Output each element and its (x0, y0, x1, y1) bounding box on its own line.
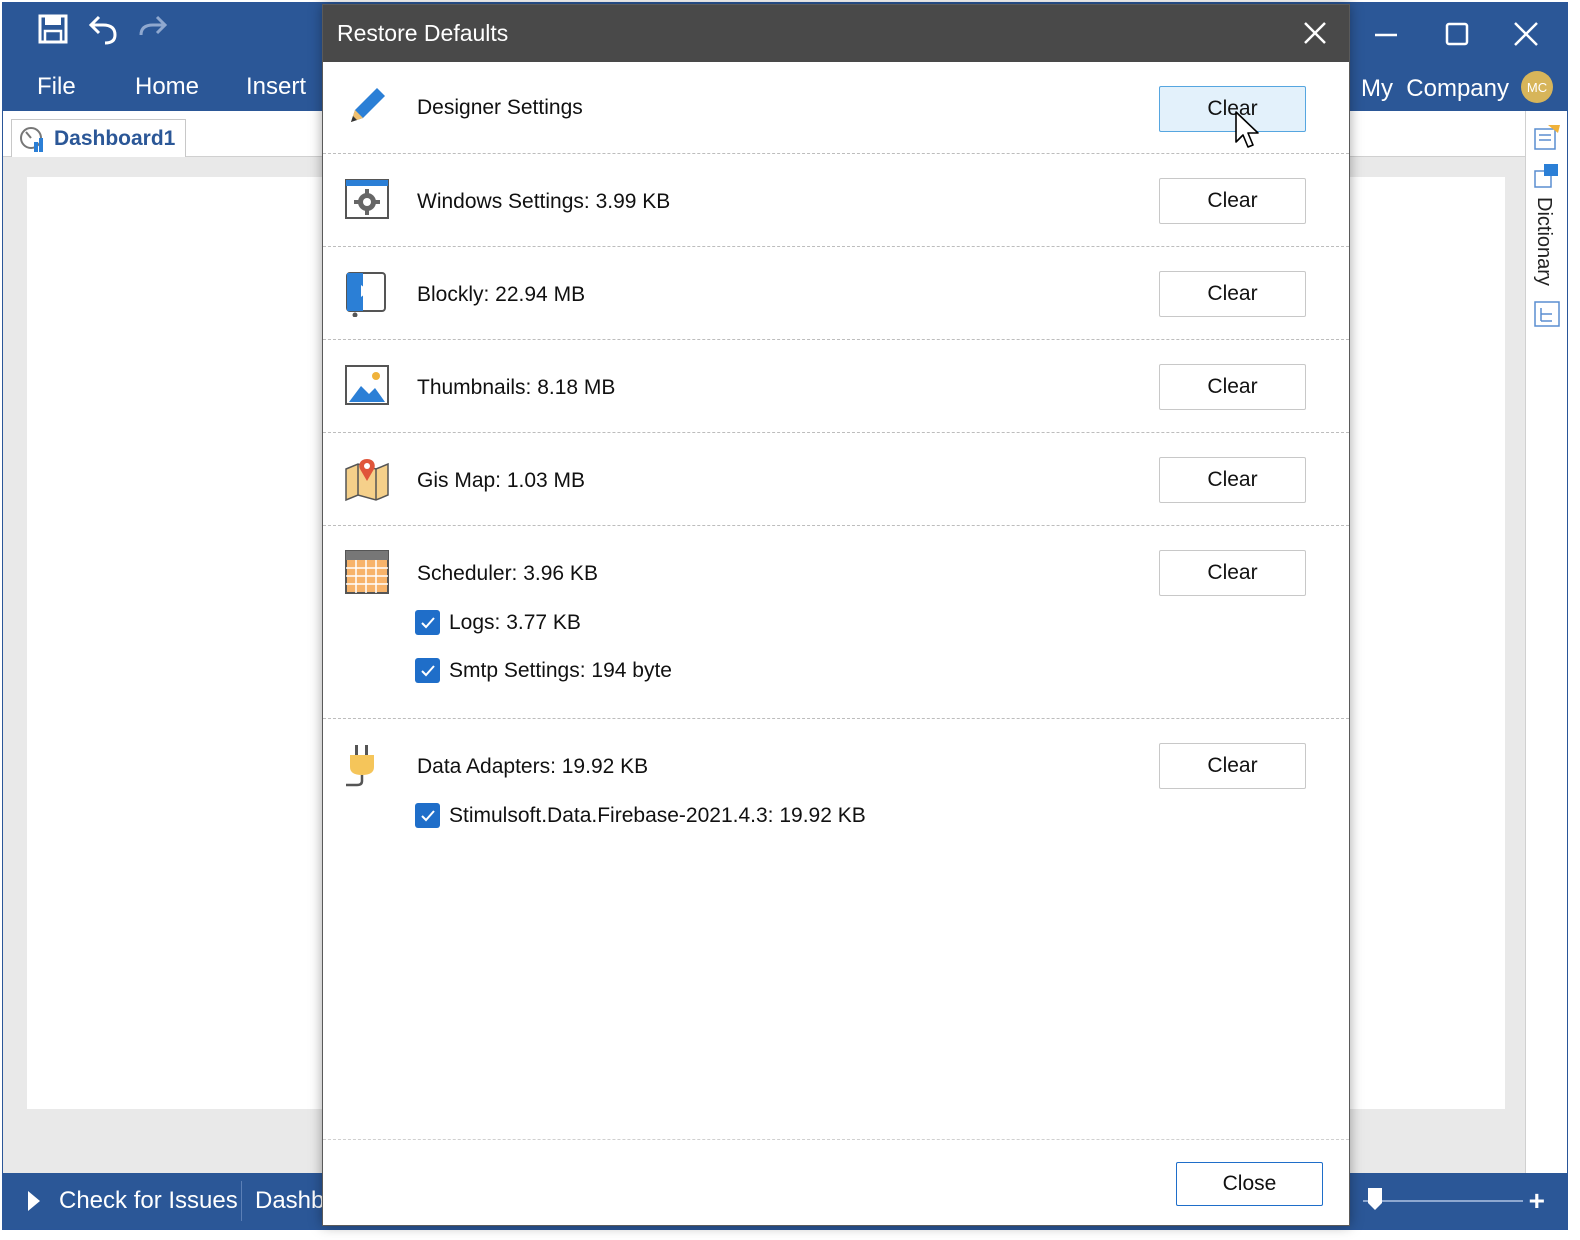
mouse-cursor-icon (1235, 111, 1259, 148)
clear-windows-settings-button[interactable]: Clear (1159, 178, 1306, 224)
logs-row[interactable]: Logs: 3.77 KB (415, 610, 581, 635)
minimize-icon[interactable] (1363, 15, 1409, 55)
menu-file[interactable]: File (37, 73, 76, 101)
smtp-settings-row[interactable]: Smtp Settings: 194 byte (415, 658, 672, 683)
zoom-slider-track[interactable] (1363, 1200, 1523, 1202)
section-scheduler: Scheduler: 3.96 KB Clear Logs: 3.77 KB S… (323, 526, 1349, 719)
clear-thumbnails-button[interactable]: Clear (1159, 364, 1306, 410)
dialog-header: Restore Defaults (323, 5, 1349, 62)
data-adapters-label: Data Adapters: 19.92 KB (417, 755, 649, 778)
play-arrow-icon[interactable] (25, 1189, 43, 1213)
right-side-panel: Dictionary (1525, 111, 1567, 1175)
clear-designer-settings-button[interactable]: Clear (1159, 86, 1306, 132)
tab-dashboard1[interactable]: Dashboard1 (11, 119, 187, 157)
dialog-close-icon[interactable] (1299, 17, 1331, 49)
company-name[interactable]: My Company (1361, 75, 1509, 103)
status-page-name[interactable]: Dashb (255, 1187, 324, 1215)
image-icon (345, 365, 389, 405)
redo-icon[interactable] (133, 9, 173, 49)
zoom-in-icon[interactable]: + (1529, 1185, 1545, 1217)
section-data-adapters: Data Adapters: 19.92 KB Clear Stimulsoft… (323, 719, 1349, 859)
logs-checkbox[interactable] (415, 610, 440, 635)
plug-icon (346, 745, 374, 787)
clear-data-adapters-button[interactable]: Clear (1159, 743, 1306, 789)
footer-separator (323, 1139, 1349, 1140)
section-blockly: Blockly: 22.94 MB Clear (323, 247, 1349, 340)
blockly-icon (346, 272, 386, 317)
logs-label: Logs: 3.77 KB (449, 610, 581, 634)
section-designer-settings: Designer Settings Clear (323, 62, 1349, 154)
document-tab-label: Dashboard1 (54, 126, 176, 150)
undo-icon[interactable] (83, 9, 123, 49)
clear-blockly-button[interactable]: Clear (1159, 271, 1306, 317)
windows-settings-label: Windows Settings: 3.99 KB (417, 190, 671, 213)
tree-view-icon[interactable] (1532, 299, 1562, 329)
menu-insert[interactable]: Insert (246, 73, 306, 101)
firebase-adapter-checkbox[interactable] (415, 803, 440, 828)
check-icon (420, 809, 435, 821)
report-tree-icon[interactable] (1532, 121, 1562, 151)
check-for-issues-button[interactable]: Check for Issues (59, 1187, 238, 1215)
scheduler-label: Scheduler: 3.96 KB (417, 562, 598, 585)
avatar[interactable]: MC (1521, 71, 1553, 103)
thumbnails-label: Thumbnails: 8.18 MB (417, 376, 616, 399)
check-icon (420, 664, 435, 676)
section-windows-settings: Windows Settings: 3.99 KB Clear (323, 154, 1349, 247)
calendar-icon (345, 550, 389, 594)
window-settings-icon (345, 179, 389, 219)
restore-defaults-dialog: Restore Defaults Designer Settings Clear… (322, 4, 1350, 1226)
blockly-label: Blockly: 22.94 MB (417, 283, 586, 306)
status-separator (241, 1181, 242, 1221)
dictionary-panel-tab[interactable]: Dictionary (1532, 197, 1555, 286)
window-close-icon[interactable] (1503, 15, 1549, 55)
dashboard-icon (20, 127, 43, 152)
close-button[interactable]: Close (1176, 1162, 1323, 1206)
section-thumbnails: Thumbnails: 8.18 MB Clear (323, 340, 1349, 433)
menu-home[interactable]: Home (135, 73, 199, 101)
clear-gis-map-button[interactable]: Clear (1159, 457, 1306, 503)
pencil-icon (351, 88, 385, 122)
save-icon[interactable] (33, 9, 73, 49)
smtp-settings-label: Smtp Settings: 194 byte (449, 658, 672, 682)
map-icon (345, 459, 389, 502)
firebase-adapter-label: Stimulsoft.Data.Firebase-2021.4.3: 19.92… (449, 803, 866, 827)
dialog-title: Restore Defaults (337, 20, 509, 46)
designer-settings-label: Designer Settings (417, 96, 583, 119)
properties-icon[interactable] (1532, 161, 1562, 191)
gis-map-label: Gis Map: 1.03 MB (417, 469, 586, 492)
smtp-settings-checkbox[interactable] (415, 658, 440, 683)
check-icon (420, 616, 435, 628)
firebase-adapter-row[interactable]: Stimulsoft.Data.Firebase-2021.4.3: 19.92… (415, 803, 866, 828)
maximize-icon[interactable] (1433, 15, 1479, 55)
zoom-slider-thumb[interactable] (1367, 1187, 1383, 1211)
clear-scheduler-button[interactable]: Clear (1159, 550, 1306, 596)
section-gis-map: Gis Map: 1.03 MB Clear (323, 433, 1349, 526)
